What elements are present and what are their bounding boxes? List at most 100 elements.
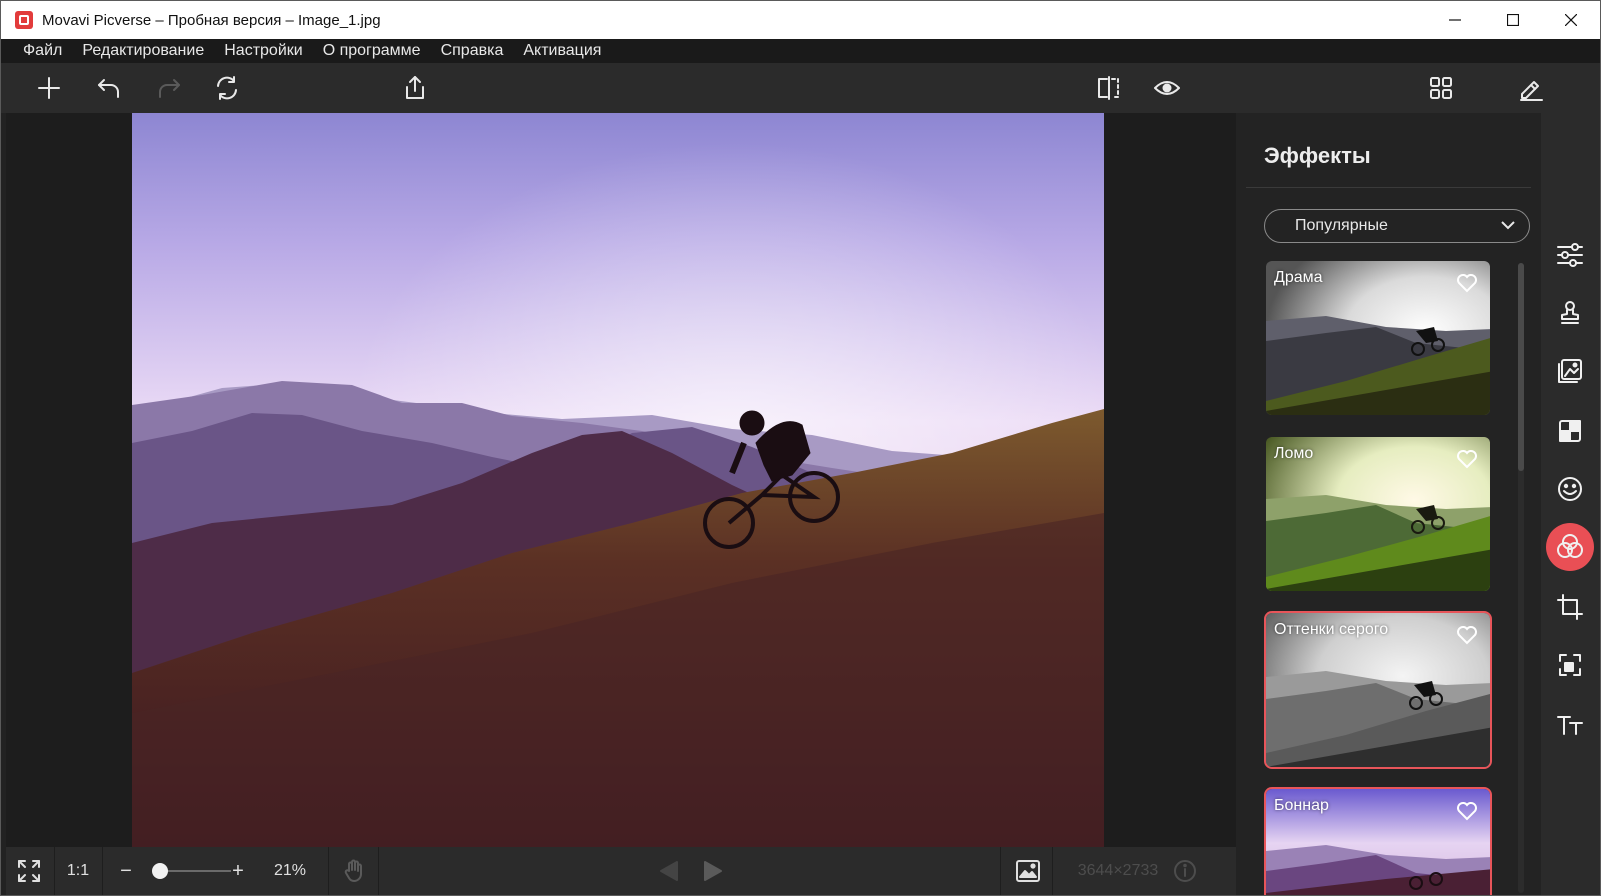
heart-icon <box>1457 450 1477 469</box>
compare-button[interactable] <box>1091 70 1127 106</box>
adjust-icon <box>1557 243 1583 267</box>
effects-panel: Эффекты Популярные Драма Ломо Оттенки се… <box>1236 113 1541 895</box>
redo-icon <box>159 79 180 98</box>
effect-name: Оттенки серого <box>1274 621 1389 638</box>
retouch-tool-button[interactable] <box>1546 289 1594 337</box>
minimize-button[interactable] <box>1426 1 1484 39</box>
menu-about[interactable]: О программе <box>313 42 431 60</box>
separator <box>378 847 379 895</box>
mosaic-icon <box>1559 420 1581 442</box>
panel-title: Эффекты <box>1264 143 1371 168</box>
window-title: Movavi Picverse – Пробная версия – Image… <box>42 11 381 29</box>
background-icon <box>1558 359 1582 383</box>
reset-icon <box>217 76 237 100</box>
navigator-button[interactable] <box>1006 847 1050 895</box>
minimize-icon <box>1449 19 1461 21</box>
app-logo-icon <box>15 11 33 29</box>
heart-icon <box>1457 802 1477 821</box>
info-button[interactable] <box>1170 847 1200 895</box>
grid-view-button[interactable] <box>1423 70 1459 106</box>
favorite-button[interactable] <box>1456 273 1478 293</box>
close-icon <box>1565 14 1577 26</box>
photo-preview[interactable] <box>132 113 1104 847</box>
crop-icon <box>1557 594 1583 620</box>
menu-file[interactable]: Файл <box>13 42 72 60</box>
arrow-left-icon <box>660 861 678 881</box>
sticker-icon <box>1558 477 1582 501</box>
effect-card-lomo[interactable]: Ломо <box>1264 435 1492 593</box>
preview-icon <box>1154 81 1180 95</box>
separator <box>1052 847 1053 895</box>
heart-icon <box>1457 626 1477 645</box>
menu-bar: Файл Редактирование Настройки О программ… <box>1 39 1600 63</box>
export-button[interactable] <box>397 70 433 106</box>
fullscreen-button[interactable] <box>6 847 52 895</box>
mosaic-tool-button[interactable] <box>1546 407 1594 455</box>
effect-name: Боннар <box>1274 797 1329 814</box>
effect-name: Ломо <box>1274 445 1314 462</box>
edit-button[interactable] <box>1513 70 1549 106</box>
favorite-button[interactable] <box>1456 449 1478 469</box>
zoom-out-button[interactable]: − <box>114 847 138 895</box>
undo-button[interactable] <box>91 70 127 106</box>
hand-icon <box>344 859 362 882</box>
effects-tool-button[interactable] <box>1546 523 1594 571</box>
text-tool-button[interactable] <box>1546 701 1594 749</box>
zoom-value: 21% <box>273 862 307 879</box>
separator <box>328 847 329 895</box>
image-icon <box>1016 860 1040 882</box>
resize-tool-button[interactable] <box>1546 641 1594 689</box>
pan-button[interactable] <box>332 847 376 895</box>
stamp-icon <box>1561 301 1579 324</box>
heart-icon <box>1457 274 1477 293</box>
effect-card-bonnard[interactable]: Боннар <box>1264 787 1492 895</box>
edit-icon <box>1520 81 1543 101</box>
window-controls <box>1426 1 1600 39</box>
image-dimensions: 3644×2733 <box>1077 862 1159 879</box>
image-canvas[interactable] <box>6 113 1236 847</box>
compare-icon <box>1098 76 1119 100</box>
sticker-tool-button[interactable] <box>1546 465 1594 513</box>
next-image-button[interactable] <box>698 847 728 895</box>
effect-card-drama[interactable]: Драма <box>1264 259 1492 417</box>
menu-activation[interactable]: Активация <box>513 42 611 60</box>
text-icon <box>1557 716 1583 735</box>
redo-button[interactable] <box>151 70 187 106</box>
menu-edit[interactable]: Редактирование <box>72 42 214 60</box>
add-icon <box>38 77 60 99</box>
zoom-in-button[interactable]: + <box>226 847 250 895</box>
actual-size-button[interactable]: 1:1 <box>54 847 102 895</box>
preview-button[interactable] <box>1149 70 1185 106</box>
resize-icon <box>1559 654 1581 676</box>
separator <box>102 847 103 895</box>
app-window: Movavi Picverse – Пробная версия – Image… <box>0 0 1601 896</box>
crop-tool-button[interactable] <box>1546 583 1594 631</box>
menu-settings[interactable]: Настройки <box>214 42 312 60</box>
title-bar: Movavi Picverse – Пробная версия – Image… <box>1 1 1600 39</box>
export-icon <box>406 76 424 99</box>
zoom-slider-handle[interactable] <box>152 863 168 879</box>
effect-name: Драма <box>1274 269 1323 286</box>
maximize-button[interactable] <box>1484 1 1542 39</box>
toolbar <box>1 63 1600 113</box>
previous-image-button[interactable] <box>654 847 684 895</box>
status-bar: 1:1 − + 21% 3644×2733 <box>6 847 1236 895</box>
reset-button[interactable] <box>209 70 245 106</box>
divider <box>1246 187 1531 188</box>
menu-help[interactable]: Справка <box>431 42 514 60</box>
adjust-tool-button[interactable] <box>1546 231 1594 279</box>
fullscreen-icon <box>18 860 40 882</box>
favorite-button[interactable] <box>1456 625 1478 645</box>
add-button[interactable] <box>31 70 67 106</box>
arrow-right-icon <box>704 861 722 881</box>
scrollbar-thumb[interactable] <box>1518 263 1524 471</box>
favorite-button[interactable] <box>1456 801 1478 821</box>
separator <box>1000 847 1001 895</box>
close-button[interactable] <box>1542 1 1600 39</box>
category-dropdown[interactable]: Популярные <box>1264 209 1530 243</box>
info-icon <box>1174 860 1196 882</box>
background-tool-button[interactable] <box>1546 347 1594 395</box>
category-dropdown-value: Популярные <box>1295 217 1388 234</box>
effects-icon <box>1557 534 1583 558</box>
effect-card-grayscale[interactable]: Оттенки серого <box>1264 611 1492 769</box>
